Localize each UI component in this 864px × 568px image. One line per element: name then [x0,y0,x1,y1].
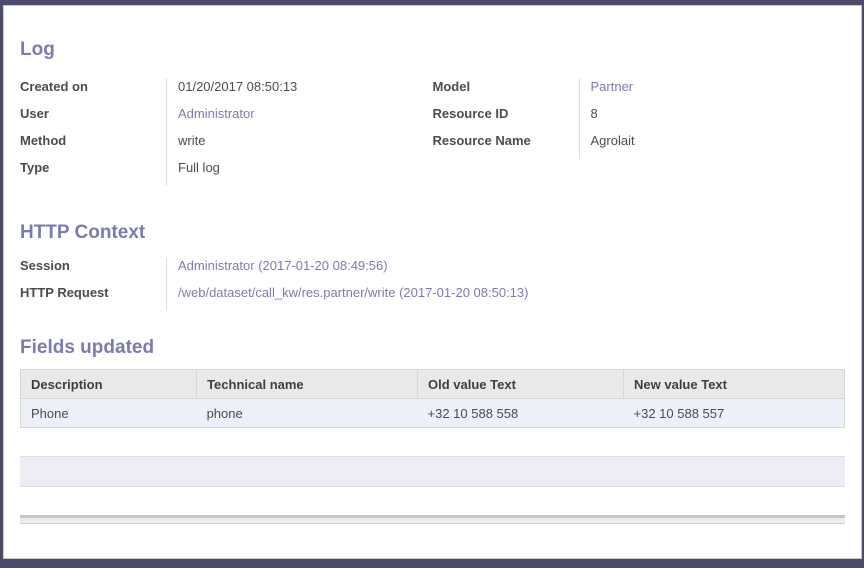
field-label-http-request: HTTP Request [20,284,166,301]
field-label-user: User [20,105,166,122]
field-row-resource-name: Resource Name Agrolait [433,132,846,159]
user-link[interactable]: Administrator [178,106,255,121]
field-value-created-on: 01/20/2017 08:50:13 [166,78,433,105]
log-fields-grid: Created on 01/20/2017 08:50:13 User Admi… [20,78,845,186]
column-header-old-value-text[interactable]: Old value Text [418,370,624,399]
field-row-user: User Administrator [20,105,433,132]
field-row-http-request: HTTP Request /web/dataset/call_kw/res.pa… [20,284,845,311]
cell-old-value: +32 10 588 558 [418,399,624,428]
field-label-resource-id: Resource ID [433,105,579,122]
fields-updated-table: Description Technical name Old value Tex… [20,369,845,428]
field-row-created-on: Created on 01/20/2017 08:50:13 [20,78,433,105]
log-fields-right-column: Model Partner Resource ID 8 Resource Nam… [433,78,846,186]
field-label-resource-name: Resource Name [433,132,579,149]
fields-updated-section-title: Fields updated [20,337,845,359]
field-value-resource-id: 8 [579,105,846,132]
horizontal-scrollbar[interactable] [20,515,845,524]
field-value-model: Partner [579,78,846,105]
http-context-fields: Session Administrator (2017-01-20 08:49:… [20,257,845,311]
fields-updated-table-head: Description Technical name Old value Tex… [21,370,845,399]
field-value-type: Full log [166,159,433,186]
field-label-created-on: Created on [20,78,166,95]
field-value-session: Administrator (2017-01-20 08:49:56) [166,257,845,284]
field-label-model: Model [433,78,579,95]
session-link[interactable]: Administrator (2017-01-20 08:49:56) [178,258,388,273]
field-label-session: Session [20,257,166,274]
fields-updated-table-body: Phone phone +32 10 588 558 +32 10 588 55… [21,399,845,428]
table-row-phone[interactable]: Phone phone +32 10 588 558 +32 10 588 55… [21,399,845,428]
field-row-type: Type Full log [20,159,433,186]
field-row-session: Session Administrator (2017-01-20 08:49:… [20,257,845,284]
cell-technical-name: phone [197,399,418,428]
cell-new-value: +32 10 588 557 [624,399,845,428]
log-section-title: Log [20,39,845,61]
http-context-section-title: HTTP Context [20,222,845,244]
log-fields-left-column: Created on 01/20/2017 08:50:13 User Admi… [20,78,433,186]
model-link[interactable]: Partner [591,79,634,94]
http-request-link[interactable]: /web/dataset/call_kw/res.partner/write (… [178,285,528,300]
column-header-technical-name[interactable]: Technical name [197,370,418,399]
field-value-http-request: /web/dataset/call_kw/res.partner/write (… [166,284,845,311]
field-row-model: Model Partner [433,78,846,105]
log-form-panel: Log Created on 01/20/2017 08:50:13 User … [3,5,862,559]
table-header-row: Description Technical name Old value Tex… [21,370,845,399]
field-row-method: Method write [20,132,433,159]
column-header-description[interactable]: Description [21,370,197,399]
column-header-new-value-text[interactable]: New value Text [624,370,845,399]
field-value-method: write [166,132,433,159]
field-label-type: Type [20,159,166,176]
cell-description: Phone [21,399,197,428]
field-value-resource-name: Agrolait [579,132,846,159]
empty-footer-row [20,456,845,487]
field-value-user: Administrator [166,105,433,132]
field-row-resource-id: Resource ID 8 [433,105,846,132]
field-label-method: Method [20,132,166,149]
